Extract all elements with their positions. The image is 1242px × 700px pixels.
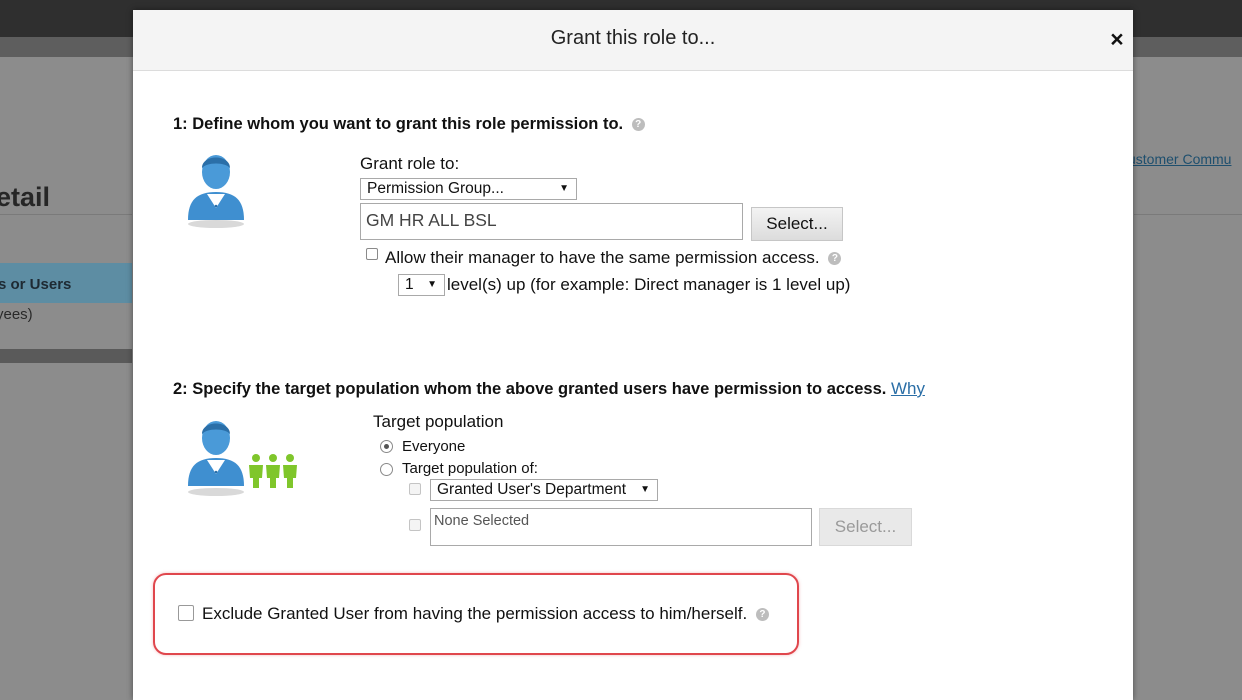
specific-population-checkbox[interactable] [409,519,421,531]
dropdown-arrow-icon: ▼ [559,183,569,194]
allow-manager-label: Allow their manager to have the same per… [385,248,842,268]
manager-level-value: 1 [405,276,414,293]
exclude-granted-user-label: Exclude Granted User from having the per… [202,604,769,624]
dropdown-arrow-icon: ▼ [427,279,437,290]
target-population-label: Target population [373,412,504,431]
background-page-title: etail [0,182,51,212]
background-nav-item-label: s or Users [0,276,72,293]
grant-role-select[interactable]: Permission Group... ▼ [360,178,577,200]
dialog-title: Grant this role to... [550,27,716,49]
manager-level-select[interactable]: 1 ▼ [398,274,445,296]
grant-role-label: Grant role to: [360,154,460,173]
department-checkbox[interactable] [409,483,421,495]
section1-heading: 1: Define whom you want to grant this ro… [173,115,645,134]
help-icon[interactable]: ? [828,252,842,266]
dialog-header: Grant this role to... × [133,10,1133,71]
section1-heading-text: 1: Define whom you want to grant this ro… [173,115,624,133]
target-population-field[interactable]: None Selected [430,508,812,546]
section2-heading-text: 2: Specify the target population whom th… [173,380,887,398]
allow-manager-checkbox[interactable] [366,248,378,260]
section2-heading: 2: Specify the target population whom th… [173,379,925,399]
department-select-value: Granted User's Department [437,481,627,498]
help-icon[interactable]: ? [631,118,645,132]
everyone-radio[interactable] [380,440,393,453]
background-bar [0,349,132,363]
target-population-icon [188,421,297,496]
target-population-of-label: Target population of: [402,460,538,477]
background-divider-right [1134,214,1242,215]
department-select[interactable]: Granted User's Department ▼ [430,479,658,501]
select-population-button[interactable]: Select... [819,508,912,546]
why-link[interactable]: Why [891,379,925,398]
background-divider [0,214,132,215]
manager-level-text: level(s) up (for example: Direct manager… [447,275,851,294]
background-link: ustomer Commu [1128,151,1232,167]
target-population-of-radio[interactable] [380,463,393,476]
everyone-label: Everyone [402,438,466,455]
permission-group-field[interactable]: GM HR ALL BSL [360,203,743,240]
grant-role-dialog: Grant this role to... × 1: Define whom y… [133,10,1133,700]
user-person-icon [188,155,244,228]
target-population-placeholder: None Selected [434,513,530,529]
exclude-granted-user-text: Exclude Granted User from having the per… [202,604,748,623]
select-group-button[interactable]: Select... [751,207,843,241]
help-icon[interactable]: ? [755,608,769,622]
close-icon[interactable]: × [1105,25,1129,53]
background-nav-sub-label: yees) [0,306,33,323]
permission-group-value: GM HR ALL BSL [366,210,497,230]
allow-manager-label-text: Allow their manager to have the same per… [385,248,820,267]
exclude-granted-user-checkbox[interactable] [178,605,194,621]
dropdown-arrow-icon: ▼ [640,484,650,495]
grant-role-select-value: Permission Group... [367,180,504,197]
